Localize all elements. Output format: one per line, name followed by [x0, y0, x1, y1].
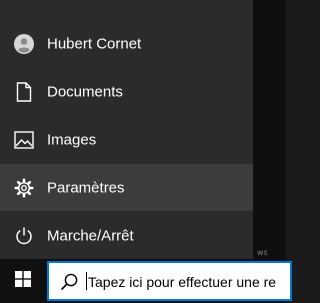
gear-icon	[14, 177, 34, 198]
desktop-stray-text: ws	[257, 248, 268, 257]
desktop-background: ws	[253, 0, 286, 259]
start-menu-item-label: Paramètres	[47, 179, 125, 196]
search-placeholder: Tapez ici pour effectuer une re	[88, 274, 277, 290]
search-icon	[59, 272, 79, 292]
start-button[interactable]	[0, 259, 46, 303]
start-menu-item-label: Hubert Cornet	[47, 35, 142, 52]
start-menu-item-label: Marche/Arrêt	[47, 227, 134, 244]
document-icon	[14, 81, 34, 102]
start-menu-item-label: Images	[47, 131, 97, 148]
start-menu: Hubert Cornet Documents Images Paramètre…	[0, 0, 253, 259]
start-menu-item-user[interactable]: Hubert Cornet	[0, 20, 253, 67]
taskbar: Tapez ici pour effectuer une re	[0, 259, 292, 303]
start-menu-item-settings[interactable]: Paramètres	[0, 164, 253, 211]
start-menu-item-documents[interactable]: Documents	[0, 68, 253, 115]
power-icon	[14, 226, 34, 246]
start-menu-item-images[interactable]: Images	[0, 116, 253, 163]
text-caret	[86, 272, 87, 290]
image-icon	[14, 130, 34, 150]
start-menu-item-label: Documents	[47, 83, 123, 100]
windows-logo-icon	[15, 270, 31, 292]
user-account-icon	[14, 33, 34, 54]
search-input[interactable]: Tapez ici pour effectuer une re	[47, 261, 292, 301]
start-menu-item-power[interactable]: Marche/Arrêt	[0, 212, 253, 259]
